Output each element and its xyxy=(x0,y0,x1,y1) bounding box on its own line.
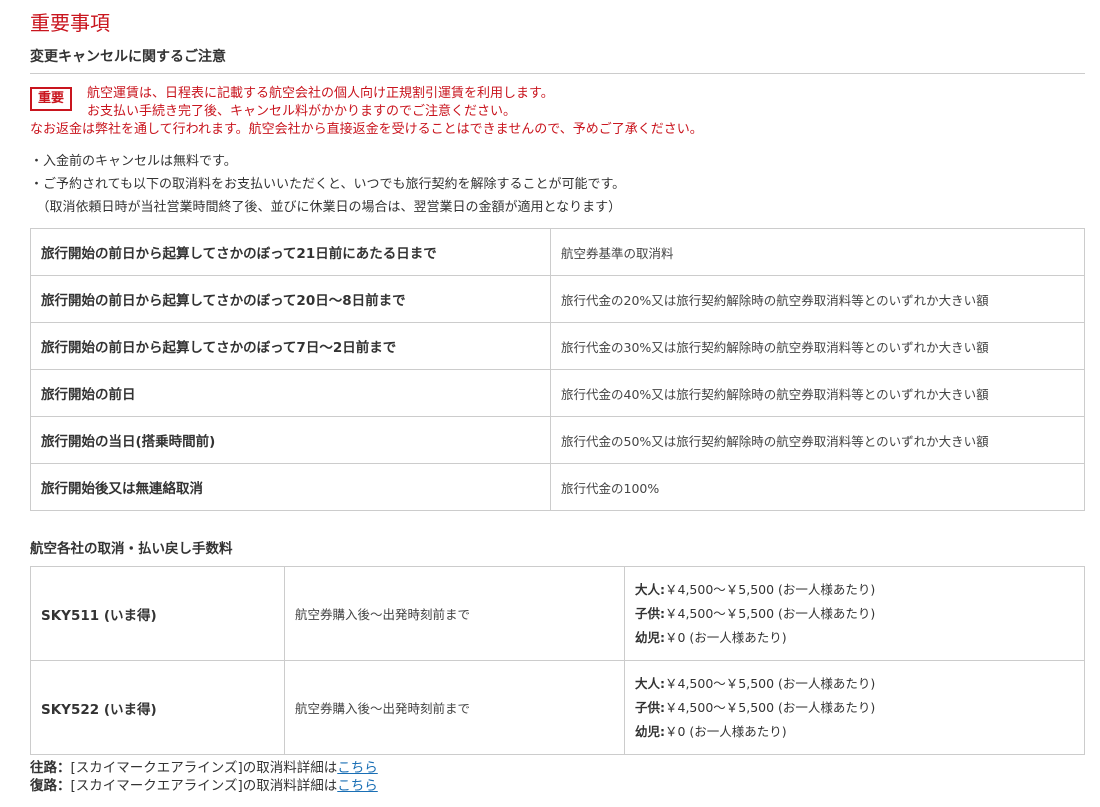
table-row: 旅行開始の前日 旅行代金の40%又は旅行契約解除時の航空券取消料等とのいずれか大… xyxy=(30,369,1085,417)
price-item: 大人:￥4,500〜￥5,500 (お一人様あたり) xyxy=(635,578,1074,602)
price-value: ￥4,500〜￥5,500 (お一人様あたり) xyxy=(665,699,876,715)
important-line-1: 航空運賃は、日程表に記載する航空会社の個人向け正規割引運賃を利用します。 xyxy=(87,86,554,101)
table-row: 旅行開始後又は無連絡取消 旅行代金の100% xyxy=(30,463,1085,511)
price-item: 子供:￥4,500〜￥5,500 (お一人様あたり) xyxy=(635,696,1074,720)
outbound-details-link[interactable]: こちら xyxy=(337,760,378,776)
table-row: 旅行開始の前日から起算してさかのぼって21日前にあたる日まで 航空券基準の取消料 xyxy=(30,228,1085,276)
price-item: 幼児:￥0 (お一人様あたり) xyxy=(635,626,1074,650)
fee-period: 旅行開始後又は無連絡取消 xyxy=(30,463,551,511)
price-value: ￥0 (お一人様あたり) xyxy=(665,629,787,645)
refund-period: 航空券購入後〜出発時刻前まで xyxy=(284,660,625,755)
price-label: 幼児: xyxy=(635,723,665,739)
fee-period: 旅行開始の前日から起算してさかのぼって20日〜8日前まで xyxy=(30,275,551,323)
fee-amount: 航空券基準の取消料 xyxy=(550,228,1085,276)
flight-name: SKY511 (いま得) xyxy=(30,566,285,661)
price-item: 子供:￥4,500〜￥5,500 (お一人様あたり) xyxy=(635,602,1074,626)
notice-item: ・入金前のキャンセルは無料です。 xyxy=(30,154,237,169)
fee-amount: 旅行代金の30%又は旅行契約解除時の航空券取消料等とのいずれか大きい額 xyxy=(550,322,1085,370)
important-badge: 重要 xyxy=(30,87,72,111)
divider xyxy=(30,73,1085,74)
page-title: 重要事項 xyxy=(30,11,110,35)
price-list: 大人:￥4,500〜￥5,500 (お一人様あたり) 子供:￥4,500〜￥5,… xyxy=(624,566,1085,661)
price-item: 大人:￥4,500〜￥5,500 (お一人様あたり) xyxy=(635,672,1074,696)
important-line-3: なお返金は弊社を通して行われます。航空会社から直接返金を受けることはできませんの… xyxy=(30,122,703,137)
cancellation-fee-table: 旅行開始の前日から起算してさかのぼって21日前にあたる日まで 航空券基準の取消料… xyxy=(30,228,1085,511)
return-text: [スカイマークエアラインズ]の取消料詳細は xyxy=(70,778,338,794)
fee-period: 旅行開始の前日から起算してさかのぼって7日〜2日前まで xyxy=(30,322,551,370)
price-value: ￥4,500〜￥5,500 (お一人様あたり) xyxy=(665,605,876,621)
notice-list: ・入金前のキャンセルは無料です。 ・ご予約されても以下の取消料をお支払いいただく… xyxy=(30,150,625,219)
table-row: 旅行開始の当日(搭乗時間前) 旅行代金の50%又は旅行契約解除時の航空券取消料等… xyxy=(30,416,1085,464)
notice-item: （取消依頼日時が当社営業時間終了後、並びに休業日の場合は、翌営業日の金額が適用と… xyxy=(30,200,622,215)
section-title: 変更キャンセルに関するご注意 xyxy=(30,49,226,65)
price-label: 幼児: xyxy=(635,629,665,645)
airline-fee-table: SKY511 (いま得) 航空券購入後〜出発時刻前まで 大人:￥4,500〜￥5… xyxy=(30,566,1085,755)
price-label: 大人: xyxy=(635,675,665,691)
outbound-text: [スカイマークエアラインズ]の取消料詳細は xyxy=(70,760,338,776)
important-line-2: お支払い手続き完了後、キャンセル料がかかりますのでご注意ください。 xyxy=(87,104,517,119)
table-row: 旅行開始の前日から起算してさかのぼって7日〜2日前まで 旅行代金の30%又は旅行… xyxy=(30,322,1085,370)
fee-amount: 旅行代金の40%又は旅行契約解除時の航空券取消料等とのいずれか大きい額 xyxy=(550,369,1085,417)
table-row: SKY511 (いま得) 航空券購入後〜出発時刻前まで 大人:￥4,500〜￥5… xyxy=(30,566,1085,661)
table-row: 旅行開始の前日から起算してさかのぼって20日〜8日前まで 旅行代金の20%又は旅… xyxy=(30,275,1085,323)
price-value: ￥0 (お一人様あたり) xyxy=(665,723,787,739)
notice-item: ・ご予約されても以下の取消料をお支払いいただくと、いつでも旅行契約を解除すること… xyxy=(30,177,626,192)
fee-period: 旅行開始の前日から起算してさかのぼって21日前にあたる日まで xyxy=(30,228,551,276)
fee-period: 旅行開始の前日 xyxy=(30,369,551,417)
price-label: 大人: xyxy=(635,581,665,597)
flight-name: SKY522 (いま得) xyxy=(30,660,285,755)
fee-amount: 旅行代金の100% xyxy=(550,463,1085,511)
price-value: ￥4,500〜￥5,500 (お一人様あたり) xyxy=(665,581,876,597)
fee-amount: 旅行代金の20%又は旅行契約解除時の航空券取消料等とのいずれか大きい額 xyxy=(550,275,1085,323)
price-list: 大人:￥4,500〜￥5,500 (お一人様あたり) 子供:￥4,500〜￥5,… xyxy=(624,660,1085,755)
return-label: 復路： xyxy=(30,778,71,794)
fee-amount: 旅行代金の50%又は旅行契約解除時の航空券取消料等とのいずれか大きい額 xyxy=(550,416,1085,464)
price-item: 幼児:￥0 (お一人様あたり) xyxy=(635,720,1074,744)
table-row: SKY522 (いま得) 航空券購入後〜出発時刻前まで 大人:￥4,500〜￥5… xyxy=(30,660,1085,755)
price-label: 子供: xyxy=(635,699,665,715)
outbound-link-row: 往路：[スカイマークエアラインズ]の取消料詳細はこちら xyxy=(30,759,378,777)
fee-period: 旅行開始の当日(搭乗時間前) xyxy=(30,416,551,464)
refund-period: 航空券購入後〜出発時刻前まで xyxy=(284,566,625,661)
return-link-row: 復路：[スカイマークエアラインズ]の取消料詳細はこちら xyxy=(30,777,378,795)
price-value: ￥4,500〜￥5,500 (お一人様あたり) xyxy=(665,675,876,691)
outbound-label: 往路： xyxy=(30,760,71,776)
return-details-link[interactable]: こちら xyxy=(337,778,378,794)
price-label: 子供: xyxy=(635,605,665,621)
airline-section-title: 航空各社の取消・払い戻し手数料 xyxy=(30,541,233,557)
cancellation-links: 往路：[スカイマークエアラインズ]の取消料詳細はこちら 復路：[スカイマークエア… xyxy=(30,759,378,795)
